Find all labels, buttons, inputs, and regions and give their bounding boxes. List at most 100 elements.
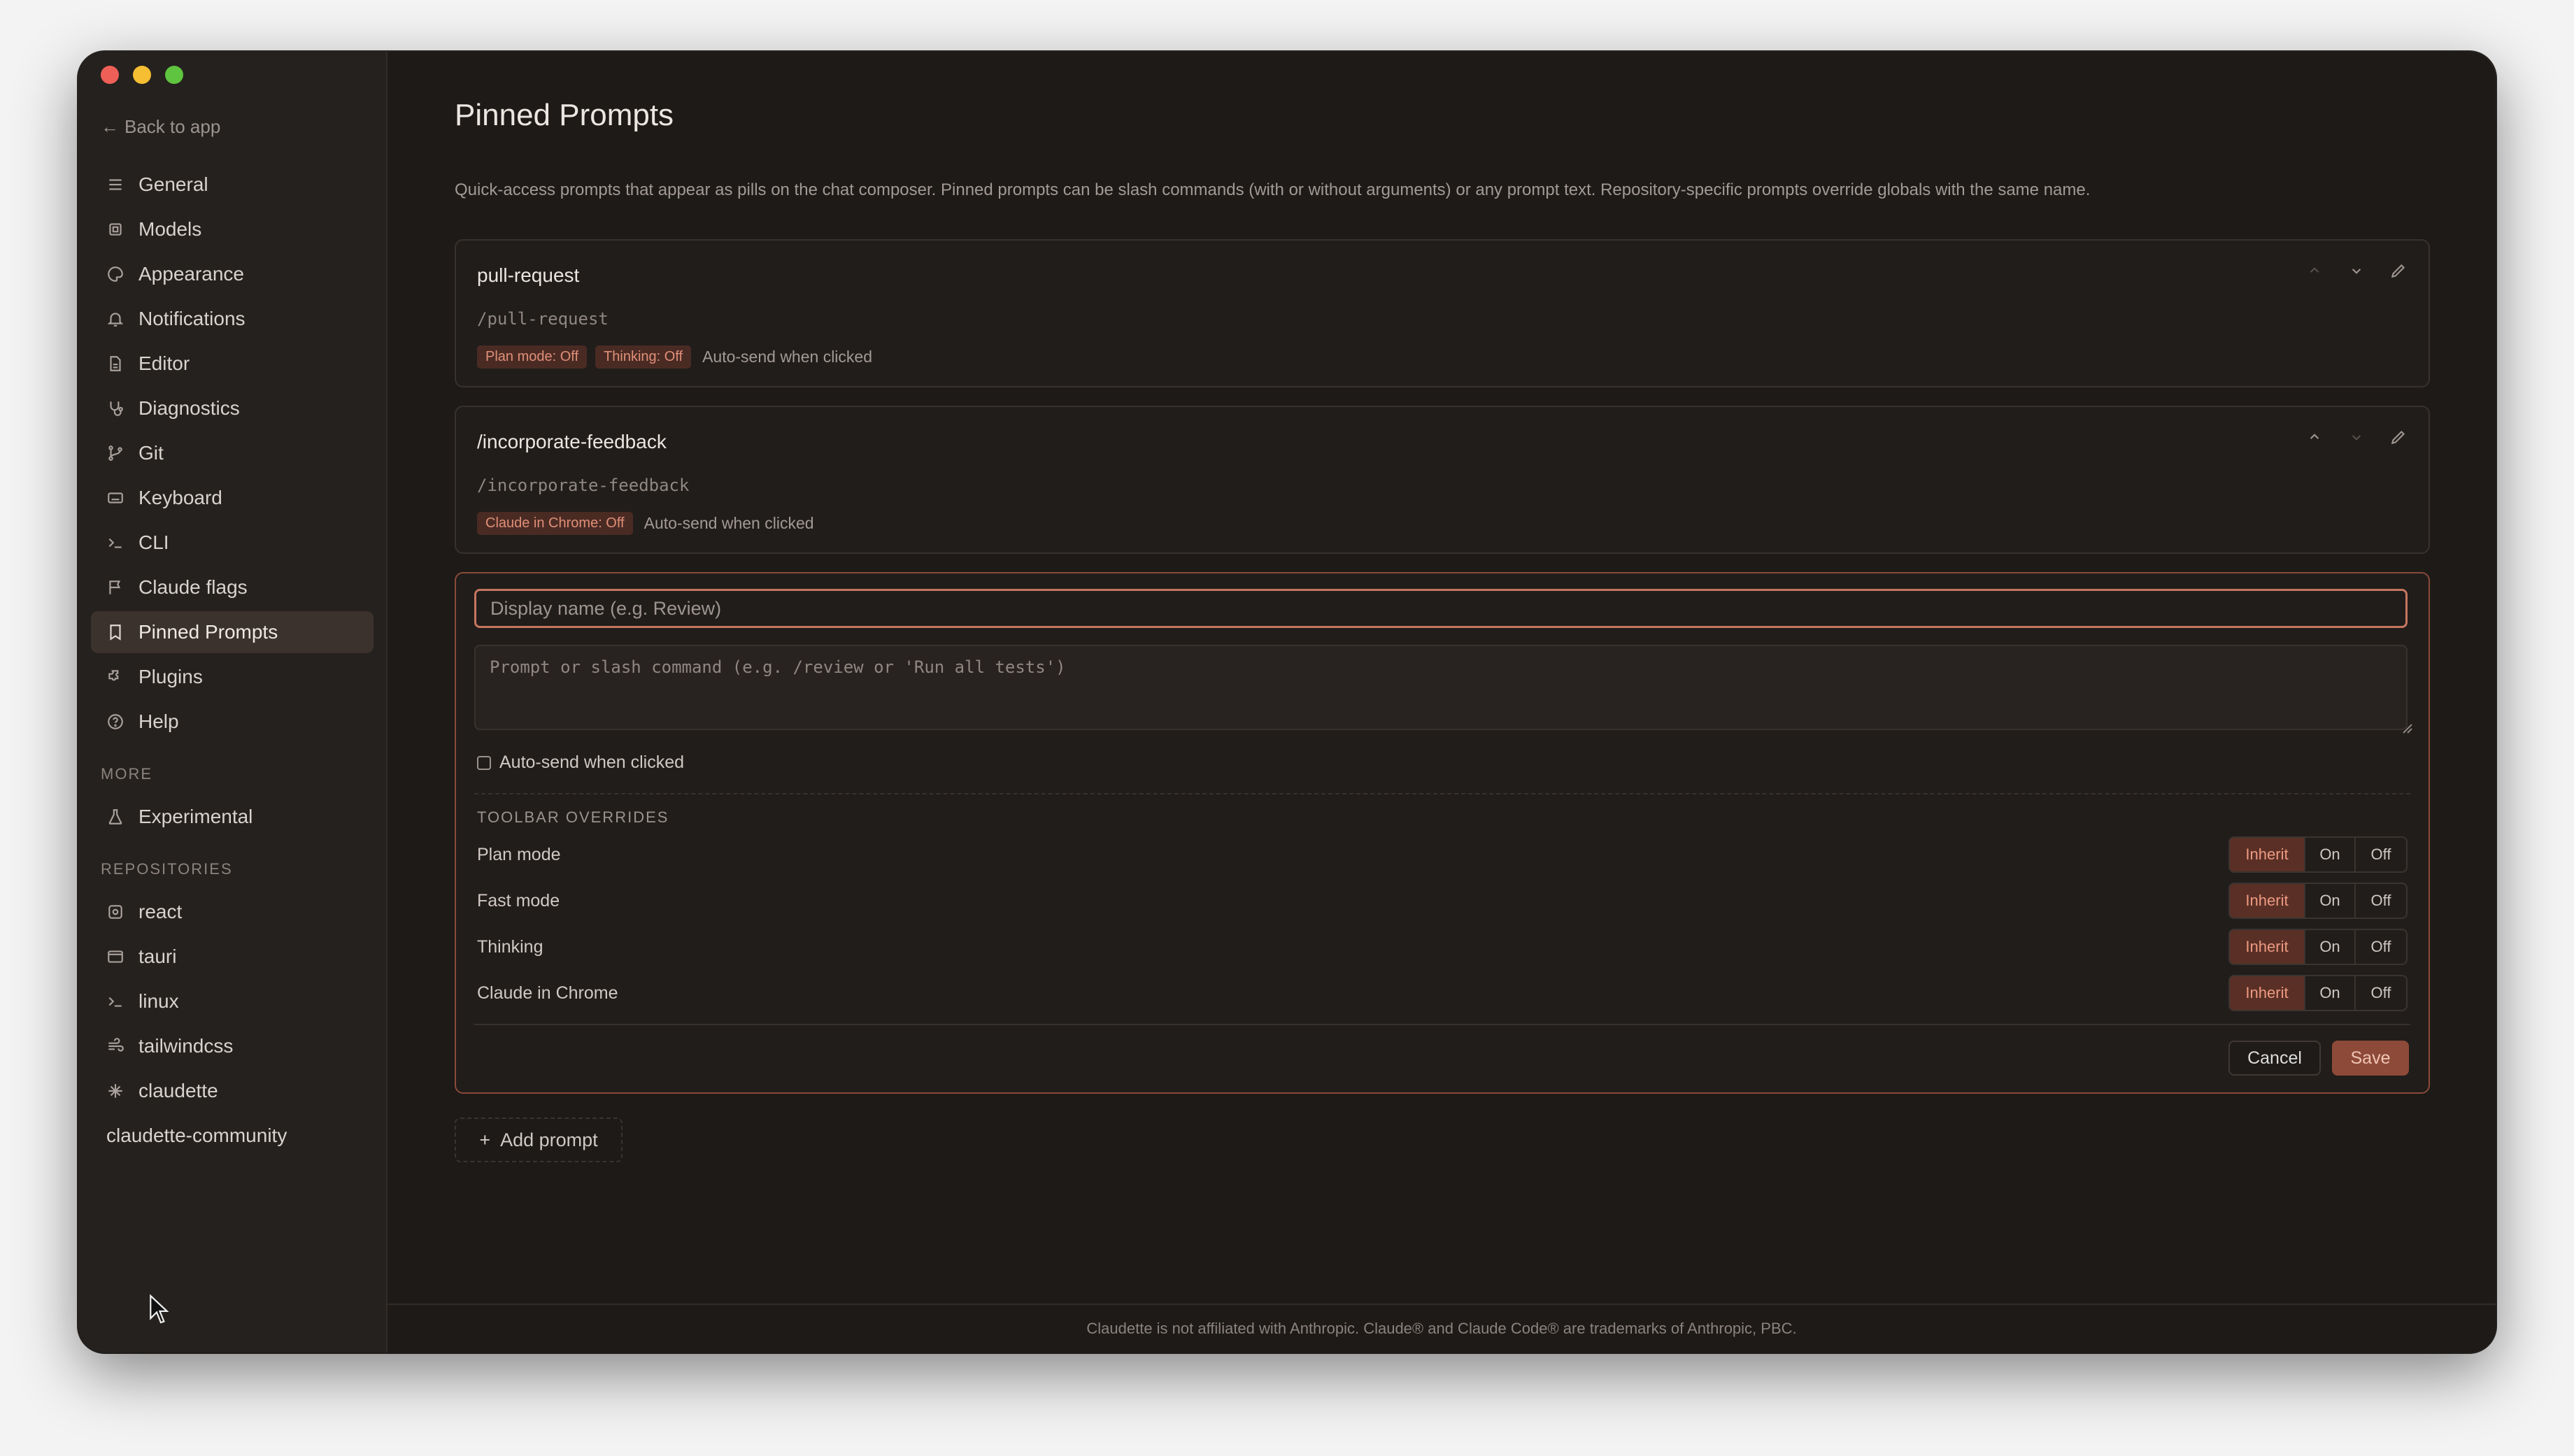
on-option[interactable]: On [2304, 930, 2354, 964]
window-icon [108, 950, 123, 963]
plus-icon: + [479, 1129, 491, 1150]
sidebar-item-editor[interactable]: Editor [91, 343, 374, 385]
cancel-button[interactable]: Cancel [2228, 1041, 2321, 1076]
prompt-textarea[interactable] [474, 645, 2408, 730]
off-option[interactable]: Off [2354, 838, 2406, 871]
resize-handle-icon[interactable] [2401, 722, 2413, 734]
off-option[interactable]: Off [2354, 976, 2406, 1010]
autosend-note: Auto-send when clicked [702, 348, 872, 366]
palette-icon [108, 266, 123, 282]
inherit-option[interactable]: Inherit [2230, 838, 2304, 871]
chevron-down-icon[interactable] [2347, 262, 2366, 280]
inherit-option[interactable]: Inherit [2230, 884, 2304, 918]
puzzle-icon [108, 670, 119, 681]
git-branch-icon [108, 445, 122, 461]
repo-item-react[interactable]: react [91, 891, 374, 933]
chevron-down-icon[interactable] [2347, 428, 2366, 446]
prompt-card-incorporate-feedback: /incorporate-feedback /incorporate-feedb… [455, 406, 2430, 554]
main-content: Pinned Prompts Quick-access prompts that… [387, 52, 2496, 1352]
sidebar-item-experimental[interactable]: Experimental [91, 796, 374, 838]
settings-nav: General Models Appearance Notifications … [91, 164, 374, 1159]
stethoscope-icon [110, 401, 123, 416]
bookmark-icon [110, 624, 121, 641]
off-option[interactable]: Off [2354, 884, 2406, 918]
repo-item-tauri[interactable]: tauri [91, 936, 374, 978]
prompt-actions [2305, 428, 2408, 446]
on-option[interactable]: On [2304, 838, 2354, 871]
divider [474, 1024, 2410, 1025]
footer-disclaimer: Claudette is not affiliated with Anthrop… [387, 1304, 2496, 1352]
mouse-cursor-icon [150, 1294, 169, 1324]
file-icon [110, 356, 121, 371]
minimize-window-button[interactable] [133, 66, 151, 84]
atom-icon [108, 905, 122, 919]
sparkle-icon [108, 1084, 122, 1098]
repo-item-linux[interactable]: linux [91, 980, 374, 1022]
autosend-checkbox[interactable] [477, 755, 491, 770]
page-description: Quick-access prompts that appear as pill… [455, 180, 2091, 199]
prompt-name: /incorporate-feedback [477, 431, 667, 452]
page-title: Pinned Prompts [455, 98, 674, 132]
wind-icon [108, 1038, 124, 1052]
sidebar-item-models[interactable]: Models [91, 208, 374, 250]
prompt-actions [2305, 262, 2408, 280]
save-button[interactable]: Save [2332, 1041, 2409, 1076]
repo-item-tailwindcss[interactable]: tailwindcss [91, 1025, 374, 1067]
on-option[interactable]: On [2304, 884, 2354, 918]
override-row-fast-mode: Fast mode Inherit On Off [477, 883, 2408, 919]
sidebar-item-general[interactable]: General [91, 164, 374, 206]
thinking-segmented-control: Inherit On Off [2228, 929, 2408, 965]
flag-icon [109, 580, 121, 594]
sidebar-item-appearance[interactable]: Appearance [91, 253, 374, 295]
inherit-option[interactable]: Inherit [2230, 930, 2304, 964]
prompt-command: /pull-request [477, 309, 609, 329]
sidebar-item-help[interactable]: Help [91, 701, 374, 743]
window-controls [101, 66, 183, 84]
sidebar-item-git[interactable]: Git [91, 432, 374, 474]
override-row-plan-mode: Plan mode Inherit On Off [477, 836, 2408, 873]
prompt-command: /incorporate-feedback [477, 476, 690, 495]
sidebar-item-cli[interactable]: CLI [91, 522, 374, 564]
terminal-icon [108, 997, 122, 1007]
repo-item-claudette-community[interactable]: claudette-community [91, 1115, 374, 1157]
more-section-label: MORE [101, 765, 152, 783]
claude-in-chrome-segmented-control: Inherit On Off [2228, 975, 2408, 1011]
status-badge: Thinking: Off [595, 345, 692, 369]
repo-item-claudette[interactable]: claudette [91, 1070, 374, 1112]
autosend-label: Auto-send when clicked [499, 752, 685, 772]
close-window-button[interactable] [101, 66, 119, 84]
autosend-note: Auto-send when clicked [644, 514, 814, 532]
arrow-left-icon: ← [101, 116, 119, 137]
fast-mode-segmented-control: Inherit On Off [2228, 883, 2408, 919]
maximize-window-button[interactable] [165, 66, 183, 84]
repositories-section-label: REPOSITORIES [101, 860, 233, 878]
inherit-option[interactable]: Inherit [2230, 976, 2304, 1010]
prompt-tags: Plan mode: Off Thinking: Off Auto-send w… [477, 345, 872, 369]
app-window: ← Back to app General Models Appearance … [78, 52, 2496, 1352]
sidebar-item-claude-flags[interactable]: Claude flags [91, 566, 374, 608]
sidebar-item-plugins[interactable]: Plugins [91, 656, 374, 698]
back-to-app-link[interactable]: ← Back to app [101, 116, 220, 138]
terminal-icon [108, 538, 122, 548]
sidebar-item-diagnostics[interactable]: Diagnostics [91, 387, 374, 429]
autosend-checkbox-row[interactable]: Auto-send when clicked [477, 752, 684, 773]
status-badge: Claude in Chrome: Off [477, 512, 633, 535]
display-name-input[interactable] [474, 589, 2408, 628]
off-option[interactable]: Off [2354, 930, 2406, 964]
toolbar-overrides-label: TOOLBAR OVERRIDES [477, 808, 669, 826]
chevron-up-icon[interactable] [2305, 428, 2324, 446]
add-prompt-button[interactable]: + Add prompt [455, 1118, 623, 1162]
sidebar: ← Back to app General Models Appearance … [78, 52, 387, 1352]
sidebar-item-notifications[interactable]: Notifications [91, 298, 374, 340]
pencil-icon[interactable] [2389, 428, 2408, 446]
pencil-icon[interactable] [2389, 262, 2408, 280]
sidebar-item-pinned-prompts[interactable]: Pinned Prompts [91, 611, 374, 653]
divider [474, 793, 2410, 794]
sidebar-item-keyboard[interactable]: Keyboard [91, 477, 374, 519]
override-row-thinking: Thinking Inherit On Off [477, 929, 2408, 965]
on-option[interactable]: On [2304, 976, 2354, 1010]
bell-icon [107, 313, 124, 327]
chevron-up-icon[interactable] [2305, 262, 2324, 280]
new-prompt-editor: Auto-send when clicked TOOLBAR OVERRIDES… [455, 572, 2430, 1094]
prompt-card-pull-request: pull-request /pull-request Plan mode: Of… [455, 239, 2430, 387]
